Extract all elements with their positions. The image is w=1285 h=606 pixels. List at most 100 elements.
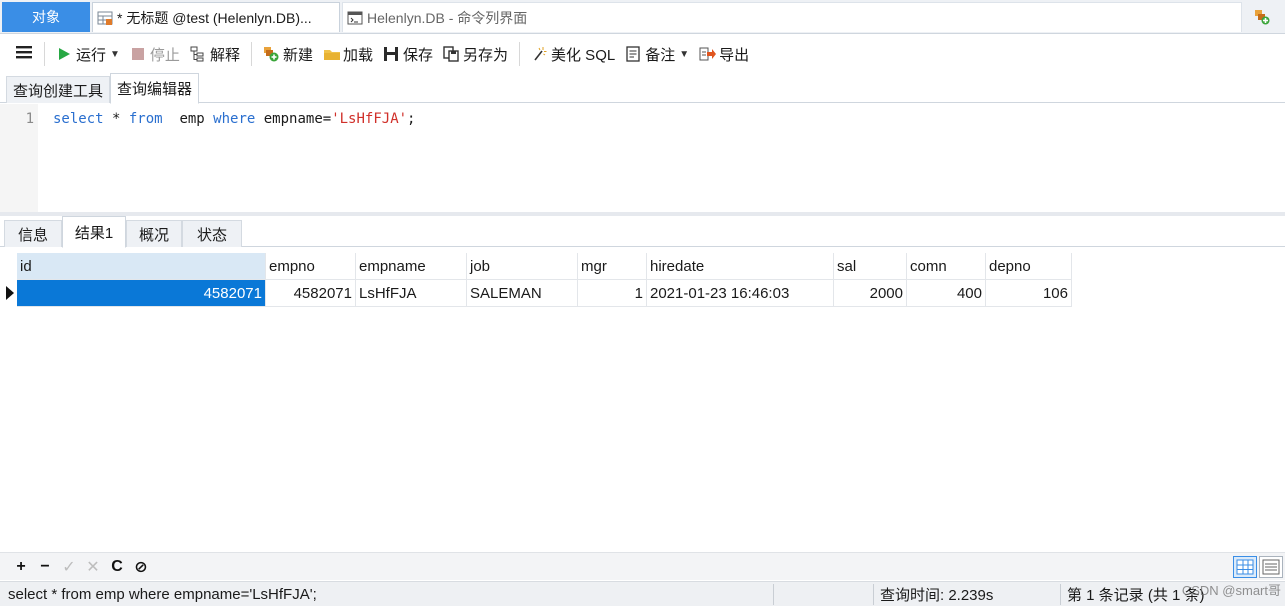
add-record-button[interactable]: + (10, 556, 32, 578)
query-toolbar: 运行 ▼ 停止 解释 新建 加载 保存 另存为 美化 SQL 备注 ▼ 导出 (0, 35, 1285, 73)
form-view-button[interactable] (1259, 556, 1283, 578)
export-icon (699, 46, 717, 62)
status-divider (873, 584, 874, 605)
discard-changes-button[interactable]: ✕ (82, 556, 104, 578)
cell-hiredate[interactable]: 2021-01-23 16:46:03 (647, 280, 834, 307)
column-header-hiredate[interactable]: hiredate (647, 253, 834, 280)
explain-button[interactable]: 解释 (185, 40, 245, 68)
tab-status[interactable]: 状态 (182, 220, 242, 247)
tab-query-editor[interactable]: 查询编辑器 (110, 73, 200, 104)
save-as-icon (443, 46, 459, 62)
tab-query-builder[interactable]: 查询创建工具 (6, 76, 111, 103)
beautify-sql-label: 美化 SQL (551, 46, 616, 64)
comment-button[interactable]: 备注 ▼ (620, 40, 694, 68)
stop-icon (130, 46, 146, 62)
keyword-where: where (213, 111, 256, 127)
cell-job[interactable]: SALEMAN (467, 280, 578, 307)
cell-sal[interactable]: 2000 (834, 280, 907, 307)
table-tab-icon (97, 10, 113, 26)
load-label: 加载 (342, 46, 373, 64)
editor-tab-bar: 查询创建工具 查询编辑器 (0, 73, 1285, 104)
new-button[interactable]: 新建 (258, 40, 318, 68)
magic-wand-icon (531, 46, 547, 62)
beautify-sql-button[interactable]: 美化 SQL (526, 40, 620, 68)
grid-view-button[interactable] (1233, 556, 1257, 578)
export-label: 导出 (719, 46, 750, 64)
folder-icon (323, 46, 340, 62)
status-divider (773, 584, 774, 605)
save-icon (383, 46, 399, 62)
code-condition: empname= (255, 111, 332, 127)
tab-command-label: Helenlyn.DB - 命令列界面 (367, 9, 528, 26)
save-label: 保存 (402, 46, 433, 64)
stop-query-button[interactable]: ⊘ (130, 556, 152, 578)
column-header-mgr[interactable]: mgr (578, 253, 647, 280)
cell-empno[interactable]: 4582071 (266, 280, 356, 307)
cell-depno[interactable]: 106 (986, 280, 1072, 307)
refresh-button[interactable]: C (106, 556, 128, 578)
run-button[interactable]: 运行 ▼ (51, 40, 125, 68)
column-header-id[interactable]: id (17, 253, 266, 280)
stop-button[interactable]: 停止 (125, 40, 185, 68)
column-header-job[interactable]: job (467, 253, 578, 280)
result-tab-bar: 信息 结果1 概况 状态 (0, 216, 1285, 248)
terminal-icon (347, 10, 363, 26)
string-literal: 'LsHfFJA' (331, 111, 408, 127)
tab-overview[interactable]: 概况 (126, 220, 182, 247)
chevron-down-icon[interactable]: ▼ (679, 49, 689, 60)
play-icon (56, 46, 72, 62)
sql-editor[interactable]: 1 select * from emp where empname='LsHfF… (0, 104, 1285, 212)
form-view-icon (1262, 559, 1280, 575)
code-table: emp (162, 111, 214, 127)
tab-command-line[interactable]: Helenlyn.DB - 命令列界面 (342, 2, 1242, 32)
stop-label: 停止 (149, 46, 180, 64)
load-button[interactable]: 加载 (318, 40, 378, 68)
run-label: 运行 (76, 46, 107, 64)
menu-button[interactable] (10, 40, 38, 68)
tab-result1[interactable]: 结果1 (62, 216, 126, 248)
cell-mgr[interactable]: 1 (578, 280, 647, 307)
toolbar-divider (44, 42, 45, 66)
window-tab-bar: 对象 * 无标题 @test (Helenlyn.DB)... Helenlyn… (0, 0, 1285, 34)
status-query-time: 查询时间: 2.239s (880, 587, 994, 604)
status-bar: select * from emp where empname='LsHfFJA… (0, 581, 1285, 606)
column-header-empname[interactable]: empname (356, 253, 467, 280)
comment-label: 备注 (645, 46, 676, 64)
connection-add-icon (1254, 9, 1270, 25)
cell-comn[interactable]: 400 (907, 280, 986, 307)
tab-status-label: 状态 (196, 226, 227, 244)
keyword-select: select (53, 111, 104, 127)
column-header-comn[interactable]: comn (907, 253, 986, 280)
column-header-empno[interactable]: empno (266, 253, 356, 280)
tab-query-label: * 无标题 @test (Helenlyn.DB)... (117, 9, 312, 26)
explain-icon (190, 46, 206, 62)
tab-query-editor-label: 查询编辑器 (117, 81, 193, 98)
tab-objects[interactable]: 对象 (2, 2, 90, 32)
save-as-label: 另存为 (463, 46, 509, 64)
watermark: CSDN @smart哥 (1181, 583, 1281, 598)
cell-id[interactable]: 4582071 (17, 280, 266, 307)
new-label: 新建 (282, 46, 313, 64)
column-header-depno[interactable]: depno (986, 253, 1072, 280)
line-number: 1 (25, 111, 34, 127)
tab-result1-label: 结果1 (74, 224, 114, 242)
save-as-button[interactable]: 另存为 (438, 40, 513, 68)
tab-query[interactable]: * 无标题 @test (Helenlyn.DB)... (92, 2, 340, 32)
grid-toolbar: + − ✓ ✕ C ⊘ (0, 552, 1285, 580)
column-header-sal[interactable]: sal (834, 253, 907, 280)
new-connection-button[interactable] (1244, 2, 1283, 32)
result-grid[interactable]: id empno empname job mgr hiredate sal co… (0, 248, 1285, 552)
tab-info-label: 信息 (17, 226, 48, 244)
grid-view-icon (1236, 559, 1254, 575)
apply-changes-button[interactable]: ✓ (58, 556, 80, 578)
cell-empname[interactable]: LsHfFJA (356, 280, 467, 307)
sql-code-line[interactable]: select * from emp where empname='LsHfFJA… (53, 111, 415, 127)
chevron-down-icon[interactable]: ▼ (110, 49, 120, 60)
tab-query-builder-label: 查询创建工具 (13, 82, 104, 100)
new-query-icon (263, 46, 279, 62)
toolbar-divider (519, 42, 521, 66)
tab-info[interactable]: 信息 (4, 220, 62, 247)
export-button[interactable]: 导出 (694, 40, 754, 68)
save-button[interactable]: 保存 (378, 40, 438, 68)
delete-record-button[interactable]: − (34, 556, 56, 578)
